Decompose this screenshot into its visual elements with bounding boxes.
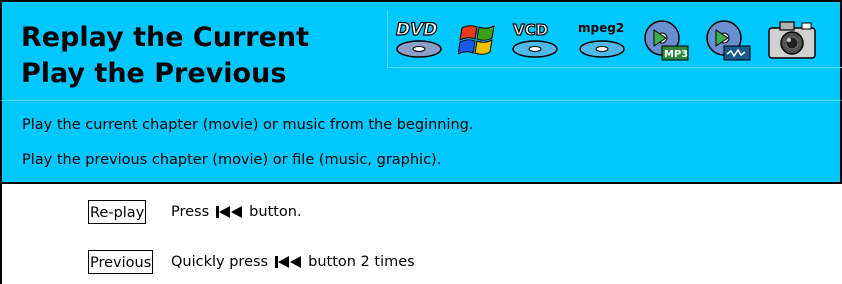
- description-line-2: Play the previous chapter (movie) or fil…: [22, 152, 442, 168]
- skip-previous-icon: [215, 205, 243, 219]
- wma-disc-icon: [704, 18, 752, 62]
- svg-text:mpeg2: mpeg2: [578, 21, 624, 35]
- description-line-1: Play the current chapter (movie) or musi…: [22, 117, 474, 133]
- step-row-replay: Re-play Press button.: [0, 198, 842, 228]
- step-row-previous: Previous Quickly press button 2 times: [0, 248, 842, 278]
- svg-text:VCD: VCD: [513, 21, 548, 39]
- supported-media-icons: DVD VCD mpeg2 MP3: [387, 10, 842, 68]
- previous-instruction: Quickly press button 2 times: [171, 250, 415, 274]
- replay-instruction: Press button.: [171, 200, 302, 224]
- skip-previous-icon: [274, 255, 302, 269]
- replay-instruction-after: button.: [249, 204, 302, 220]
- page-title-line-2: Play the Previous: [21, 58, 287, 89]
- previous-instruction-after: button 2 times: [308, 254, 415, 270]
- page: Replay the Current Play the Previous DVD: [0, 0, 842, 284]
- mp3-disc-icon: MP3: [642, 18, 690, 62]
- previous-instruction-before: Quickly press: [171, 254, 269, 270]
- description-band: Play the current chapter (movie) or musi…: [0, 100, 842, 183]
- windows-logo-icon: [458, 18, 498, 62]
- previous-label: Previous: [88, 250, 154, 274]
- replay-label: Re-play: [88, 200, 147, 224]
- section-divider: [0, 182, 842, 184]
- mpeg2-icon: mpeg2: [576, 18, 628, 62]
- camera-icon: [766, 18, 818, 62]
- vcd-icon: VCD: [510, 18, 560, 62]
- page-title-line-1: Replay the Current: [21, 22, 310, 53]
- replay-instruction-before: Press: [171, 204, 210, 220]
- header-band: Replay the Current Play the Previous DVD: [0, 0, 842, 100]
- dvd-icon: DVD: [394, 18, 444, 62]
- svg-text:DVD: DVD: [396, 20, 437, 40]
- svg-text:MP3: MP3: [664, 49, 688, 60]
